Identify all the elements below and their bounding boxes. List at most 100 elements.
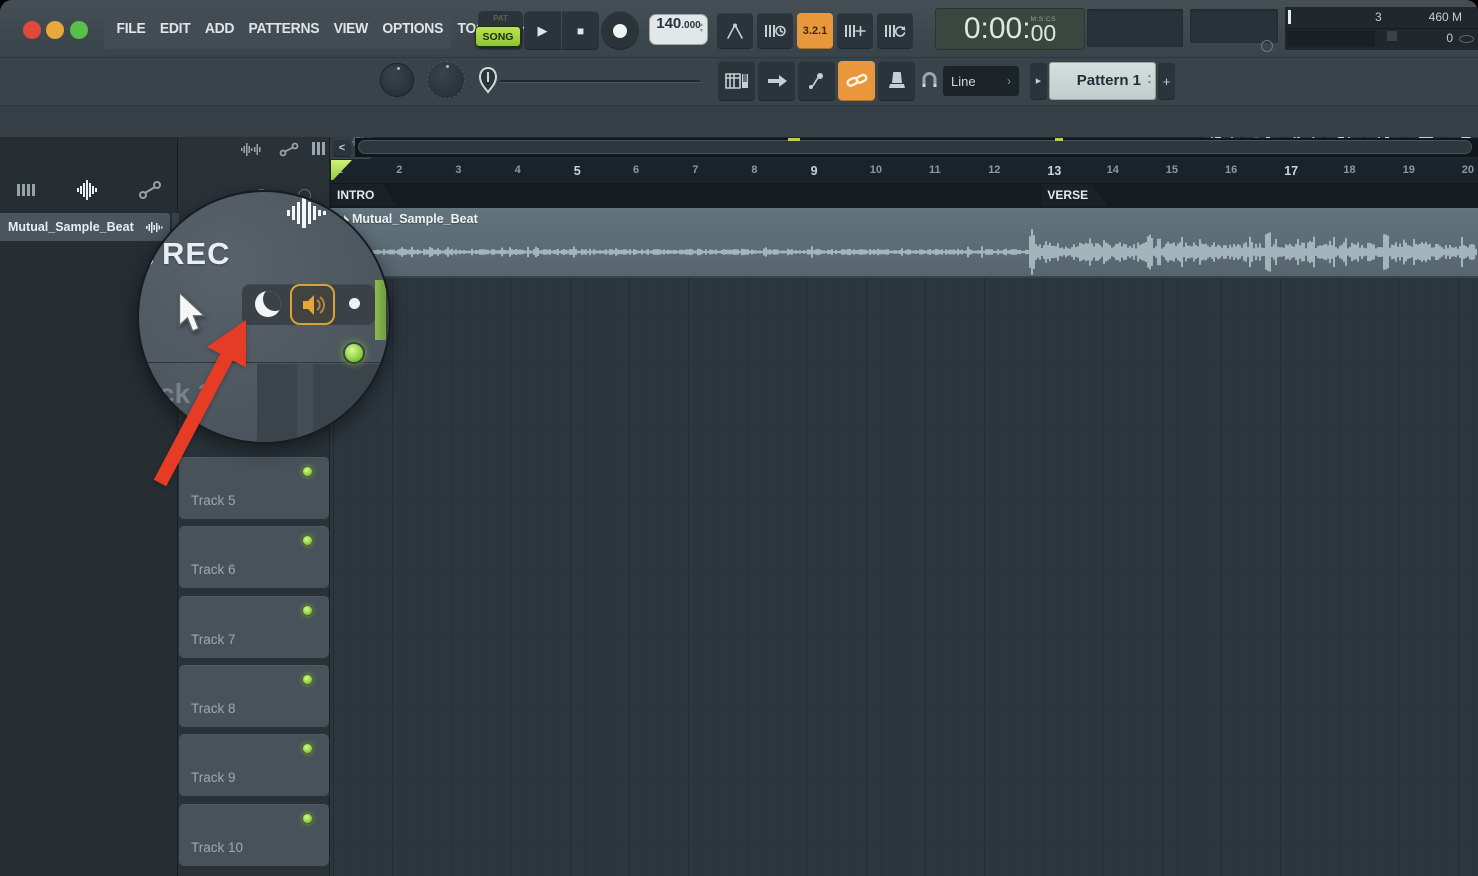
- ruler-bar-number: 9: [811, 164, 818, 178]
- menu-item-edit[interactable]: EDIT: [160, 21, 191, 37]
- loop-marker-tick: [788, 138, 800, 141]
- cpu-meter-bar: [1288, 10, 1291, 24]
- pat-song-toggle[interactable]: PAT SONG: [478, 11, 523, 50]
- audio-clip[interactable]: Mutual_Sample_Beat: [330, 208, 1478, 278]
- timeline-marker-intro[interactable]: INTRO: [331, 184, 397, 206]
- snap-magnet-icon[interactable]: [921, 72, 938, 89]
- magnified-speaker-icon: [300, 294, 326, 316]
- magnified-dot-button[interactable]: [349, 298, 360, 309]
- master-pitch-knob[interactable]: [427, 61, 465, 99]
- picker-panel: [0, 137, 178, 876]
- track-led[interactable]: [302, 813, 313, 824]
- metronome-button[interactable]: [717, 13, 753, 49]
- step-edit-button[interactable]: [758, 61, 795, 101]
- track-header-track-9[interactable]: Track 9: [179, 734, 329, 796]
- window-minimize-button[interactable]: [46, 21, 64, 39]
- shuffle-slider-track[interactable]: [500, 80, 700, 83]
- shuffle-slider-handle[interactable]: [478, 66, 498, 94]
- memory-value: 460 M: [1429, 10, 1462, 24]
- playlist-scroll-strip: [355, 138, 1478, 157]
- time-display[interactable]: 0:00: M:S:CS 00: [935, 8, 1085, 50]
- countdown-button[interactable]: 3.2.1: [797, 13, 833, 49]
- picker-audio-tab-icon[interactable]: [76, 180, 102, 200]
- window-zoom-button[interactable]: [70, 21, 88, 39]
- track-header-track-7[interactable]: Track 7: [179, 596, 329, 658]
- playlist-automation-icon[interactable]: [279, 142, 299, 157]
- ruler-bar-number: 16: [1225, 164, 1237, 176]
- play-button[interactable]: ▶: [524, 11, 561, 50]
- menu-item-view[interactable]: VIEW: [334, 21, 368, 37]
- menu-item-add[interactable]: ADD: [205, 21, 234, 37]
- track-header-track-8[interactable]: Track 8: [179, 665, 329, 727]
- ruler-bar-number: 13: [1047, 164, 1061, 178]
- snap-selector[interactable]: Line ›: [943, 66, 1019, 96]
- ruler-bar-number: 10: [870, 164, 882, 176]
- picker-item-waveform-icon: [146, 221, 164, 234]
- secondary-value: 0: [1446, 31, 1453, 45]
- record-button[interactable]: [601, 11, 639, 50]
- magnified-grid-column: [297, 364, 313, 444]
- touch-knob-button[interactable]: [878, 61, 915, 101]
- ellipse-icon: [1459, 35, 1474, 43]
- magnified-waveform-icon: [287, 198, 329, 228]
- ruler-bar-number: 19: [1403, 164, 1415, 176]
- window-close-button[interactable]: [23, 21, 41, 39]
- annotation-arrow: [140, 300, 260, 500]
- typing-keyboard-piano-button[interactable]: [718, 61, 755, 101]
- marker-strip[interactable]: INTRO VERSE: [330, 184, 1478, 208]
- cpu-value: 3: [1375, 10, 1382, 24]
- multilink-button[interactable]: [798, 61, 835, 101]
- playlist-grid[interactable]: [330, 278, 1478, 876]
- timeline-marker-verse[interactable]: VERSE: [1041, 184, 1107, 206]
- song-mode-badge[interactable]: SONG: [475, 26, 521, 47]
- pattern-selector[interactable]: Pattern 1 ▲▼: [1049, 62, 1156, 100]
- ruler-bar-number: 18: [1343, 164, 1355, 176]
- playlist-audio-icon[interactable]: [241, 142, 263, 157]
- menu-item-file[interactable]: FILE: [116, 21, 145, 37]
- track-led[interactable]: [302, 743, 313, 754]
- master-volume-knob[interactable]: [380, 63, 414, 97]
- playlist-toolbar: ▶ Playlist - Arrangement ▸ Mutual_Sample…: [0, 105, 1478, 137]
- track-led[interactable]: [302, 674, 313, 685]
- link-controllers-button[interactable]: [838, 61, 875, 101]
- magnified-track-name: REC: [162, 236, 230, 272]
- snap-value: Line: [951, 74, 1007, 89]
- track-header-track-10[interactable]: Track 10: [179, 804, 329, 866]
- oscilloscope-panel[interactable]: [1087, 9, 1183, 47]
- menu-bar: FILEEDITADDPATTERNSVIEWOPTIONSTOOLSHELP: [104, 8, 452, 49]
- wait-for-input-button[interactable]: [757, 13, 793, 49]
- meter-sub-panel: [1287, 30, 1375, 47]
- menu-item-options[interactable]: OPTIONS: [382, 21, 443, 37]
- track-speaker-fragment-icon: [141, 250, 153, 266]
- pattern-spinner[interactable]: ▲▼: [1147, 73, 1152, 87]
- pattern-menu-button[interactable]: ▶: [1030, 62, 1047, 100]
- scroll-left-button[interactable]: <: [333, 139, 351, 157]
- picker-item-sample[interactable]: Mutual_Sample_Beat: [0, 213, 170, 241]
- horizontal-scrollbar-handle[interactable]: [358, 140, 1472, 154]
- blend-recording-button[interactable]: [877, 13, 913, 49]
- magnified-record-arm-button[interactable]: [290, 284, 335, 325]
- picker-automation-tab-icon[interactable]: [138, 180, 162, 200]
- track-led[interactable]: [302, 466, 313, 477]
- add-pattern-button[interactable]: +: [1158, 62, 1175, 100]
- tempo-spinner[interactable]: ▲▼: [699, 22, 704, 34]
- picker-patterns-tab-icon[interactable]: [16, 182, 38, 198]
- timeline-ruler[interactable]: 1234567891011121314151617181920: [330, 159, 1478, 184]
- tempo-display[interactable]: 140.000 ▲▼: [649, 14, 708, 45]
- playlist-patterns-icon[interactable]: [311, 141, 329, 156]
- track-led[interactable]: [302, 535, 313, 546]
- pattern-name: Pattern 1: [1077, 72, 1141, 89]
- title-transport-bar: FILEEDITADDPATTERNSVIEWOPTIONSTOOLSHELP …: [0, 0, 1478, 57]
- clock-icon: [1261, 40, 1273, 52]
- ruler-bar-number: 7: [692, 164, 698, 176]
- loop-marker-tick: [1055, 138, 1063, 141]
- menu-item-patterns[interactable]: PATTERNS: [249, 21, 320, 37]
- spectrum-panel[interactable]: [1190, 9, 1278, 43]
- ruler-bar-number: 14: [1107, 164, 1119, 176]
- stop-button[interactable]: ■: [562, 11, 599, 50]
- track-led[interactable]: [302, 605, 313, 616]
- track-header-track-6[interactable]: Track 6: [179, 526, 329, 588]
- loop-record-button[interactable]: [837, 13, 873, 49]
- magnified-green-led[interactable]: [343, 342, 365, 364]
- secondary-toolbar: Recording Vocals in 20.9 REC (Audio trac…: [0, 57, 1478, 105]
